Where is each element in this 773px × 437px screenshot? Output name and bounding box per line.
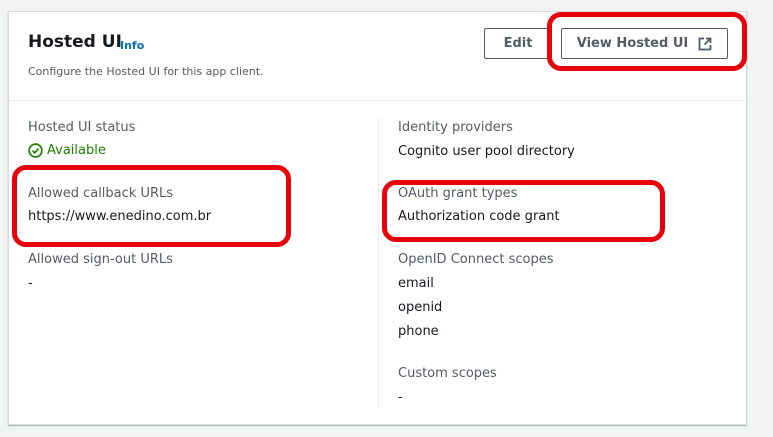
identity-providers-label: Identity providers xyxy=(398,120,513,135)
oidc-scope-item: email xyxy=(398,276,434,291)
view-hosted-ui-button[interactable]: View Hosted UI xyxy=(561,28,728,59)
signout-urls-value: - xyxy=(28,276,33,291)
status-check-icon xyxy=(28,143,43,158)
info-link[interactable]: Info xyxy=(120,39,144,52)
custom-scopes-value: - xyxy=(398,390,403,405)
panel-title: Hosted UI xyxy=(28,32,122,52)
edit-button-label: Edit xyxy=(503,36,533,51)
oauth-grant-types-label: OAuth grant types xyxy=(398,186,518,201)
external-link-icon xyxy=(698,37,712,51)
hosted-ui-panel: Hosted UI Info Configure the Hosted UI f… xyxy=(8,11,747,425)
status-text: Available xyxy=(47,143,106,158)
identity-providers-value: Cognito user pool directory xyxy=(398,144,575,159)
hosted-ui-status-label: Hosted UI status xyxy=(28,120,136,135)
signout-urls-label: Allowed sign-out URLs xyxy=(28,252,173,267)
panel-description: Configure the Hosted UI for this app cli… xyxy=(28,65,264,78)
custom-scopes-label: Custom scopes xyxy=(398,366,497,381)
oidc-scope-item: phone xyxy=(398,324,439,339)
panel-header: Hosted UI Info Configure the Hosted UI f… xyxy=(9,12,746,101)
callback-urls-value: https://www.enedino.com.br xyxy=(28,209,212,224)
oauth-grant-types-value: Authorization code grant xyxy=(398,209,560,224)
oidc-scope-item: openid xyxy=(398,300,443,315)
hosted-ui-status-value: Available xyxy=(28,143,106,158)
oidc-scopes-label: OpenID Connect scopes xyxy=(398,252,554,267)
view-hosted-ui-label: View Hosted UI xyxy=(576,36,689,51)
column-divider xyxy=(378,118,379,408)
edit-button[interactable]: Edit xyxy=(484,28,552,59)
callback-urls-label: Allowed callback URLs xyxy=(28,186,174,201)
